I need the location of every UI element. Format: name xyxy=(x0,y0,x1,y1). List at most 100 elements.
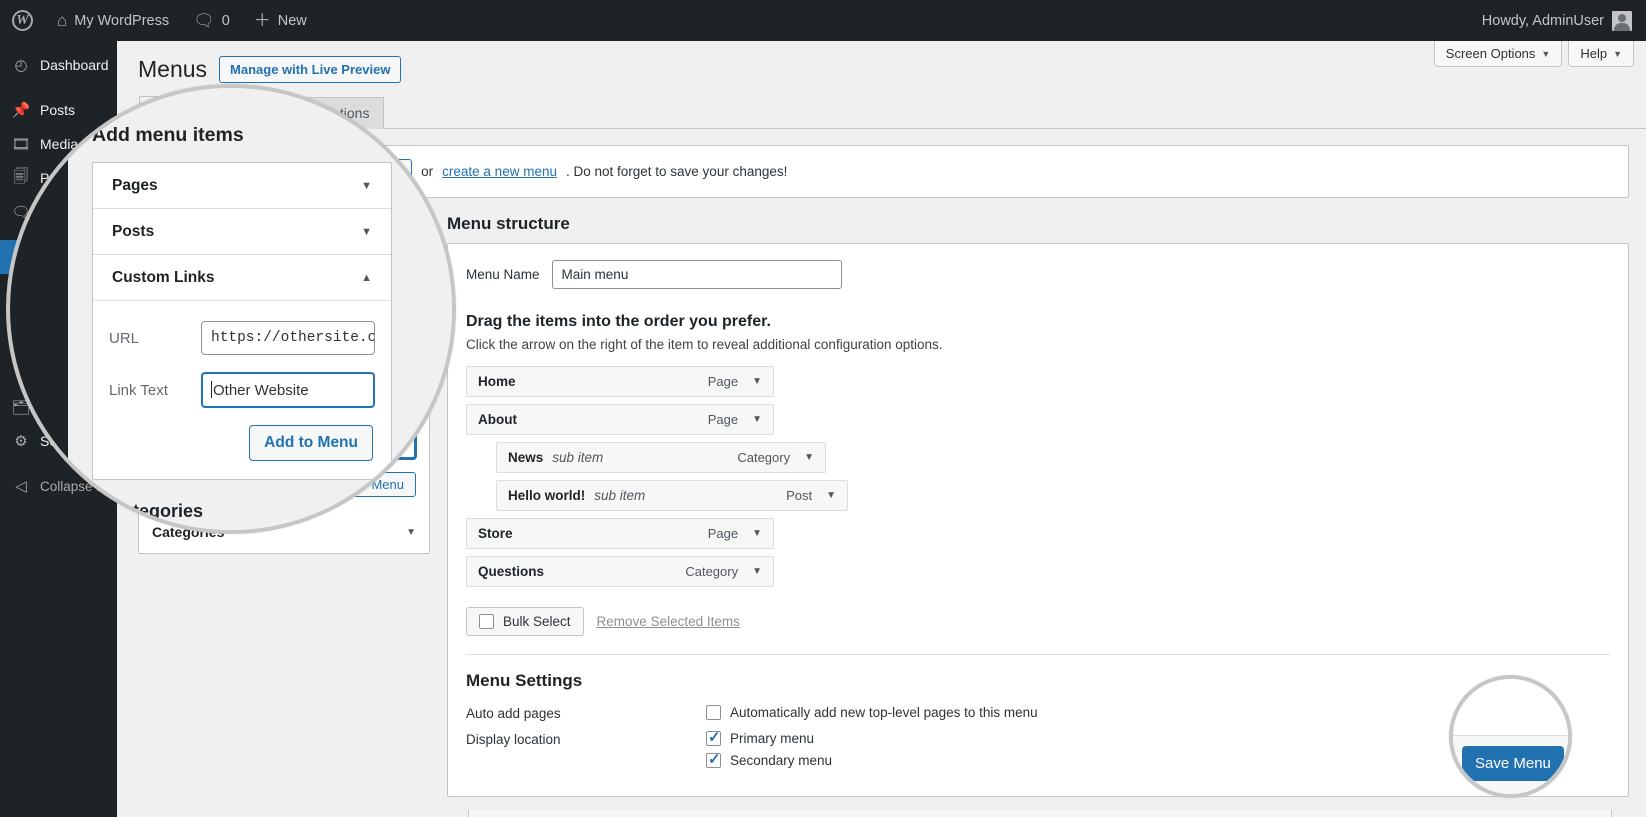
drag-instructions-heading: Drag the items into the order you prefer… xyxy=(466,313,771,330)
magnified-accordion-custom-links[interactable]: Custom Links ▲ xyxy=(93,255,391,301)
comments-count: 0 xyxy=(221,12,230,29)
magnified-url-row: URL https://othersite.c xyxy=(109,321,375,355)
menu-settings-heading: Menu Settings xyxy=(466,671,583,690)
magnifier-save-menu: Save Menu xyxy=(1449,675,1572,798)
help-button[interactable]: Help ▼ xyxy=(1568,41,1634,67)
chevron-down-icon: ▼ xyxy=(1541,48,1551,59)
comments-menu[interactable]: 🗨 0 xyxy=(181,0,242,41)
text-cursor-icon xyxy=(211,381,212,398)
menu-item-name: Store xyxy=(478,526,513,541)
manage-with-live-preview-button[interactable]: Manage with Live Preview xyxy=(219,56,402,83)
menu-item-sub-label: sub item xyxy=(594,488,646,503)
create-new-menu-link[interactable]: create a new menu xyxy=(442,164,557,179)
magnified-sidebar-strip xyxy=(10,88,68,530)
magnified-link-text-input[interactable]: Other Website xyxy=(201,372,375,408)
auto-add-pages-control: Automatically add new top-level pages to… xyxy=(706,705,1038,720)
magnified-url-label: URL xyxy=(109,329,140,347)
menu-item-name: Questions xyxy=(478,564,545,579)
chevron-down-icon[interactable]: ▼ xyxy=(826,490,836,501)
secondary-menu-checkbox[interactable] xyxy=(706,750,721,768)
chevron-up-icon: ▲ xyxy=(361,271,372,284)
chevron-down-icon[interactable]: ▼ xyxy=(752,566,762,577)
menu-item-name: About xyxy=(478,412,517,427)
magnified-add-to-menu-button[interactable]: Add to Menu xyxy=(249,425,373,461)
magnified-accordion-categories-label[interactable]: Categories xyxy=(110,501,203,522)
menu-structure-panel: Menu Name Main menu Drag the items into … xyxy=(447,243,1629,797)
menu-item-type: Page xyxy=(707,374,739,389)
magnified-save-menu-button[interactable]: Save Menu xyxy=(1462,746,1564,781)
auto-add-pages-checkbox[interactable] xyxy=(706,705,721,720)
magnified-link-text-label: Link Text xyxy=(109,381,168,399)
menu-item-row[interactable]: Home Page ▼ xyxy=(466,366,774,397)
auto-add-pages-row: Auto add pages Automatically add new top… xyxy=(466,705,1610,721)
display-location-control: Primary menu Secondary menu xyxy=(706,728,833,768)
display-location-secondary[interactable]: Secondary menu xyxy=(706,750,833,768)
screen-options-button[interactable]: Screen Options ▼ xyxy=(1433,41,1563,67)
menu-item-type: Category xyxy=(737,450,791,465)
chevron-down-icon[interactable]: ▼ xyxy=(752,376,762,387)
save-reminder-text: . Do not forget to save your changes! xyxy=(565,164,788,179)
auto-add-pages-label: Auto add pages xyxy=(466,706,561,721)
remove-selected-items-link[interactable]: Remove Selected Items xyxy=(597,614,740,629)
magnified-add-menu-items-content: Add menu items Pages ▼ Posts ▼ Custom Li… xyxy=(10,88,452,530)
chevron-down-icon[interactable]: ▼ xyxy=(804,452,814,463)
chevron-down-icon: ▼ xyxy=(361,179,372,192)
menu-item-name: Hello world! xyxy=(508,488,586,503)
menu-item-type: Post xyxy=(786,488,813,503)
magnified-link-text-value: Other Website xyxy=(213,382,309,399)
sidebar-item-dashboard[interactable]: ◴ Dashboard xyxy=(0,48,117,82)
wordpress-logo-menu[interactable]: W xyxy=(0,0,45,41)
screen-meta-links: Screen Options ▼ Help ▼ xyxy=(1433,41,1634,67)
magnified-accordion-posts[interactable]: Posts ▼ xyxy=(93,209,391,255)
settings-divider xyxy=(466,654,1610,655)
display-location-label: Display location xyxy=(466,732,561,747)
wordpress-logo-icon: W xyxy=(12,10,33,31)
home-icon: ⌂ xyxy=(57,11,68,30)
chevron-down-icon: ▼ xyxy=(361,225,372,238)
menu-item-type: Page xyxy=(707,526,739,541)
auto-add-pages-option-label: Automatically add new top-level pages to… xyxy=(730,705,1038,720)
auto-add-pages-option[interactable]: Automatically add new top-level pages to… xyxy=(706,705,1038,720)
menu-item-type: Page xyxy=(707,412,739,427)
menu-footer-bar: Delete Menu Save Menu xyxy=(468,810,1612,817)
menu-item-row[interactable]: Hello world! sub item Post ▼ xyxy=(496,480,848,511)
sidebar-label-dashboard: Dashboard xyxy=(40,57,109,73)
magnified-custom-link-actions: Add to Menu xyxy=(109,425,375,461)
display-location-primary[interactable]: Primary menu xyxy=(706,728,832,746)
chevron-down-icon[interactable]: ▼ xyxy=(752,414,762,425)
menu-item-row[interactable]: About Page ▼ xyxy=(466,404,774,435)
page-title: Menus xyxy=(138,56,208,82)
new-label: New xyxy=(277,12,307,29)
admin-bar-right: Howdy, AdminUser xyxy=(1474,0,1646,41)
magnified-add-menu-items-panel: Pages ▼ Posts ▼ Custom Links ▲ URL https… xyxy=(92,162,392,480)
menu-name-input[interactable]: Main menu xyxy=(551,260,842,289)
menu-name-row: Menu Name Main menu xyxy=(466,260,1610,301)
secondary-menu-label: Secondary menu xyxy=(730,753,833,768)
chevron-down-icon: ▼ xyxy=(1613,48,1622,59)
primary-menu-checkbox[interactable] xyxy=(706,728,721,746)
site-name-menu[interactable]: ⌂ My WordPress xyxy=(45,0,181,41)
magnified-accordion-custom-links-label: Custom Links xyxy=(112,268,215,286)
magnified-accordion-posts-label: Posts xyxy=(112,222,155,240)
dashboard-gauge-icon: ◴ xyxy=(14,57,28,74)
bulk-select-checkbox[interactable] xyxy=(479,614,494,629)
magnified-add-menu-items-heading: Add menu items xyxy=(92,124,244,146)
bulk-select-toggle[interactable]: Bulk Select xyxy=(466,607,584,636)
magnified-accordion-pages-label: Pages xyxy=(112,176,158,194)
menu-item-row[interactable]: Store Page ▼ xyxy=(466,518,774,549)
menu-structure-heading: Menu structure xyxy=(447,214,570,233)
bulk-select-label: Bulk Select xyxy=(503,614,571,629)
primary-menu-label: Primary menu xyxy=(730,731,815,746)
menu-item-row[interactable]: Questions Category ▼ xyxy=(466,556,774,587)
chevron-down-icon[interactable]: ▼ xyxy=(752,528,762,539)
magnified-accordion-pages[interactable]: Pages ▼ xyxy=(93,163,391,209)
admin-bar-left: W ⌂ My WordPress 🗨 0 ＋ New xyxy=(0,0,319,41)
comment-bubble-icon: 🗨 xyxy=(193,11,215,30)
magnified-url-input[interactable]: https://othersite.c xyxy=(201,321,375,355)
screenshot-root: W ⌂ My WordPress 🗨 0 ＋ New Howdy, AdminU… xyxy=(0,0,1646,817)
new-content-menu[interactable]: ＋ New xyxy=(242,0,319,41)
user-avatar-icon[interactable] xyxy=(1612,10,1632,31)
howdy-label[interactable]: Howdy, AdminUser xyxy=(1474,13,1612,29)
menu-item-row[interactable]: News sub item Category ▼ xyxy=(496,442,826,473)
menu-item-sub-label: sub item xyxy=(552,450,604,465)
